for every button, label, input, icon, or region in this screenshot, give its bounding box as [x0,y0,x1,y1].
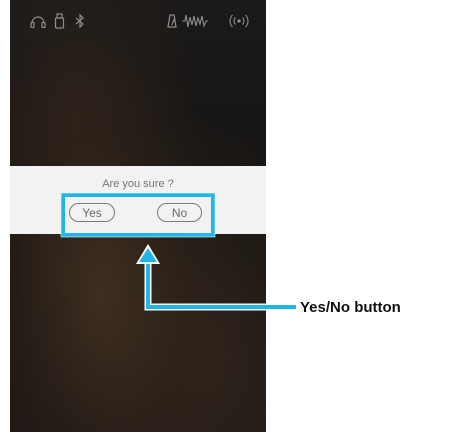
dialog-title: Are you sure ? [102,178,174,190]
app-screen: Are you sure ? Yes No [10,0,266,432]
sound-wave-icon [180,11,210,31]
confirm-dialog: Are you sure ? Yes No [10,166,266,234]
yes-button[interactable]: Yes [69,203,115,222]
callout-label: Yes/No button [300,299,401,316]
wireless-signal-icon [226,11,252,31]
no-button[interactable]: No [157,203,202,222]
status-bar [10,0,266,40]
metronome-icon [162,11,182,31]
headphones-icon [28,11,48,31]
usb-drive-icon [50,11,70,31]
bluetooth-icon [70,11,90,31]
